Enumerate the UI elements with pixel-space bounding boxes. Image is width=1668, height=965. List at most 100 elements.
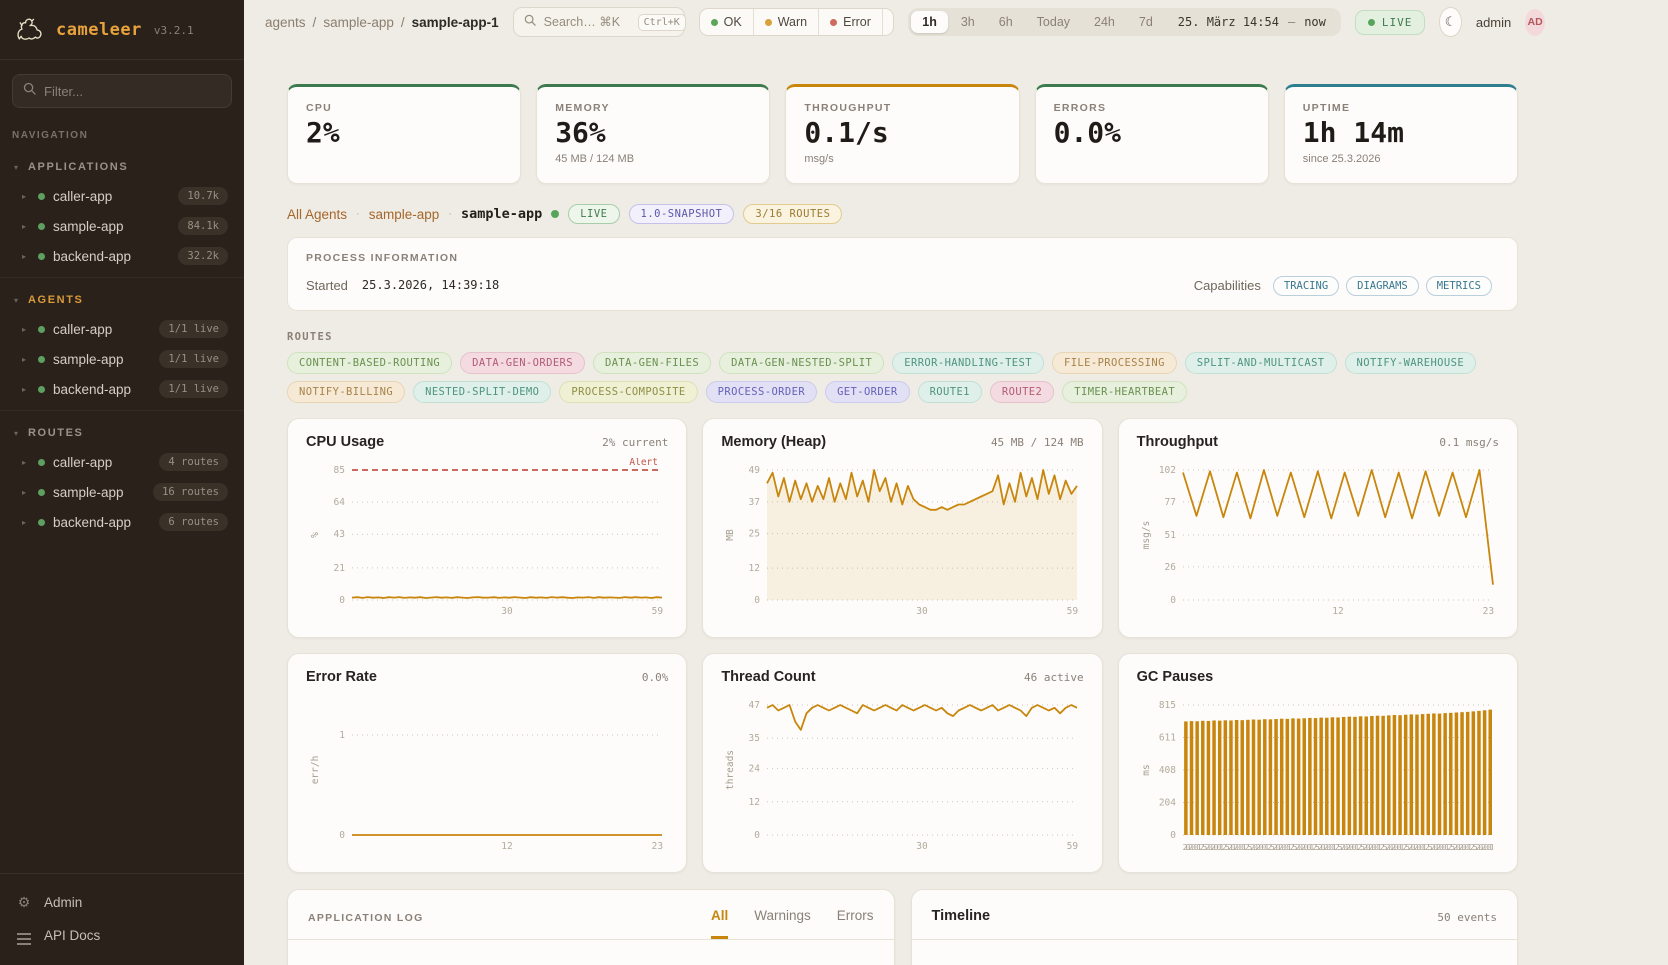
route-chip-content-based-routing[interactable]: CONTENT-BASED-ROUTING <box>287 352 452 374</box>
status-filter-ok[interactable]: OK <box>700 9 754 35</box>
nav-section-header-agents[interactable]: ▾AGENTS <box>0 288 244 314</box>
avatar[interactable]: AD <box>1525 9 1545 36</box>
range-button-24h[interactable]: 24h <box>1083 11 1126 33</box>
route-chip-error-handling-test[interactable]: ERROR-HANDLING-TEST <box>892 352 1044 374</box>
route-chip-route1[interactable]: ROUTE1 <box>918 381 982 403</box>
camel-logo-icon <box>14 14 46 46</box>
application-log-panel: APPLICATION LOG AllWarningsErrors <box>287 889 895 965</box>
sidebar-item-agents-caller-app[interactable]: ▸caller-app1/1 live <box>0 314 244 344</box>
svg-text:24: 24 <box>749 764 761 775</box>
svg-text:%: % <box>310 532 321 538</box>
status-filter-error[interactable]: Error <box>819 9 883 35</box>
app-name: cameleer <box>56 20 142 40</box>
route-chip-data-gen-nested-split[interactable]: DATA-GEN-NESTED-SPLIT <box>719 352 884 374</box>
live-label: LIVE <box>1382 16 1413 29</box>
content: CPU2%MEMORY36%45 MB / 124 MBTHROUGHPUT0.… <box>244 44 1668 965</box>
metric-value: 1h 14m <box>1303 118 1499 149</box>
sidebar-item-label: backend-app <box>53 515 151 530</box>
chart-header: CPU Usage2% current <box>306 434 668 450</box>
theme-toggle[interactable]: ☾ <box>1439 7 1461 37</box>
range-button-7d[interactable]: 7d <box>1128 11 1164 33</box>
route-chip-notify-billing[interactable]: NOTIFY-BILLING <box>287 381 405 403</box>
route-chip-file-processing[interactable]: FILE-PROCESSING <box>1052 352 1177 374</box>
svg-text:threads: threads <box>725 750 736 790</box>
route-chip-data-gen-files[interactable]: DATA-GEN-FILES <box>593 352 711 374</box>
range-button-3h[interactable]: 3h <box>950 11 986 33</box>
search-input[interactable] <box>544 15 630 29</box>
chevron-right-icon: ▸ <box>22 488 30 497</box>
route-chip-process-order[interactable]: PROCESS-ORDER <box>706 381 817 403</box>
filter-input[interactable] <box>44 84 221 99</box>
chart-current-value: 45 MB / 124 MB <box>991 436 1084 449</box>
status-dot-icon <box>765 19 772 26</box>
footer-link-admin[interactable]: ⚙Admin <box>0 886 244 919</box>
nav-section-label: APPLICATIONS <box>28 161 128 173</box>
process-info-panel: PROCESS INFORMATION Started 25.3.2026, 1… <box>287 237 1518 311</box>
metric-card-uptime: UPTIME1h 14msince 25.3.2026 <box>1284 84 1518 184</box>
sidebar-item-label: caller-app <box>53 322 151 337</box>
breadcrumb-agents[interactable]: agents <box>265 15 306 30</box>
metric-label: ERRORS <box>1054 102 1250 114</box>
sidebar-item-routes-backend-app[interactable]: ▸backend-app6 routes <box>0 507 244 537</box>
route-chip-data-gen-orders[interactable]: DATA-GEN-ORDERS <box>460 352 585 374</box>
nav-section-label: ROUTES <box>28 427 83 439</box>
route-chip-split-and-multicast[interactable]: SPLIT-AND-MULTICAST <box>1185 352 1337 374</box>
charts-grid: CPU Usage2% current856443210%3059AlertMe… <box>287 418 1518 873</box>
live-toggle[interactable]: LIVE <box>1355 10 1426 35</box>
route-chip-nested-split-demo[interactable]: NESTED-SPLIT-DEMO <box>413 381 551 403</box>
trail-separator: · <box>448 208 452 220</box>
nav-section-header-applications[interactable]: ▾APPLICATIONS <box>0 155 244 181</box>
gc-x-axis-labels: 2020012520200125202001252020012520200125… <box>1183 843 1493 853</box>
chart-plot-gc: 8156114082040ms2020012520200125202001252… <box>1137 693 1499 853</box>
sidebar-item-applications-sample-app[interactable]: ▸sample-app84.1k <box>0 211 244 241</box>
route-chip-get-order[interactable]: GET-ORDER <box>825 381 910 403</box>
sidebar-item-applications-backend-app[interactable]: ▸backend-app32.2k <box>0 241 244 271</box>
date-range: 25. März 14:54 – now <box>1166 15 1338 29</box>
tab-warnings[interactable]: Warnings <box>754 908 811 939</box>
sidebar-item-badge: 4 routes <box>159 453 228 471</box>
nav-section-header-routes[interactable]: ▾ROUTES <box>0 421 244 447</box>
trail-link-all-agents[interactable]: All Agents <box>287 207 347 222</box>
metric-label: CPU <box>306 102 502 114</box>
range-button-1h[interactable]: 1h <box>911 11 948 33</box>
route-chip-route2[interactable]: ROUTE2 <box>990 381 1054 403</box>
app-version: v3.2.1 <box>154 24 194 37</box>
nav-section-label: AGENTS <box>28 294 83 306</box>
svg-text:0: 0 <box>339 595 345 606</box>
route-chip-process-composite[interactable]: PROCESS-COMPOSITE <box>559 381 697 403</box>
route-chip-timer-heartbeat[interactable]: TIMER-HEARTBEAT <box>1062 381 1187 403</box>
breadcrumb-sample-app[interactable]: sample-app <box>323 15 394 30</box>
footer-link-label: Admin <box>44 895 82 910</box>
svg-text:35: 35 <box>749 733 760 744</box>
svg-text:23: 23 <box>652 841 663 852</box>
chart-header: Error Rate0.0% <box>306 669 668 685</box>
chart-svg-memory: 493725120MB3059 <box>721 458 1083 618</box>
chevron-right-icon: ▸ <box>22 222 30 231</box>
trail-separator: · <box>356 208 360 220</box>
main-area: agents/sample-app/sample-app-1 Ctrl+K OK… <box>244 0 1668 965</box>
chevron-right-icon: ▸ <box>22 458 30 467</box>
tab-all[interactable]: All <box>711 908 728 939</box>
sidebar-item-routes-sample-app[interactable]: ▸sample-app16 routes <box>0 477 244 507</box>
metric-value: 36% <box>555 118 751 149</box>
footer-link-api-docs[interactable]: API Docs <box>0 919 244 951</box>
sidebar-item-agents-backend-app[interactable]: ▸backend-app1/1 live <box>0 374 244 404</box>
status-filter-running[interactable]: Running <box>883 9 894 35</box>
sidebar-item-routes-caller-app[interactable]: ▸caller-app4 routes <box>0 447 244 477</box>
trail-link-sample-app[interactable]: sample-app <box>369 207 440 222</box>
date-to: now <box>1304 15 1326 29</box>
route-chip-notify-warehouse[interactable]: NOTIFY-WAREHOUSE <box>1345 352 1477 374</box>
svg-text:0: 0 <box>1170 830 1176 841</box>
chevron-right-icon: ▸ <box>22 325 30 334</box>
sidebar-item-applications-caller-app[interactable]: ▸caller-app10.7k <box>0 181 244 211</box>
sidebar-item-agents-sample-app[interactable]: ▸sample-app1/1 live <box>0 344 244 374</box>
range-button-6h[interactable]: 6h <box>988 11 1024 33</box>
chevron-right-icon: ▸ <box>22 355 30 364</box>
range-button-today[interactable]: Today <box>1026 11 1081 33</box>
chart-plot-error_rate: 10err/h1223 <box>306 693 668 853</box>
status-filter-warn[interactable]: Warn <box>754 9 819 35</box>
tab-errors[interactable]: Errors <box>837 908 874 939</box>
live-dot-icon <box>551 210 559 218</box>
log-tabs: All Warnings Errors <box>711 908 874 939</box>
global-search[interactable]: Ctrl+K <box>513 7 685 37</box>
